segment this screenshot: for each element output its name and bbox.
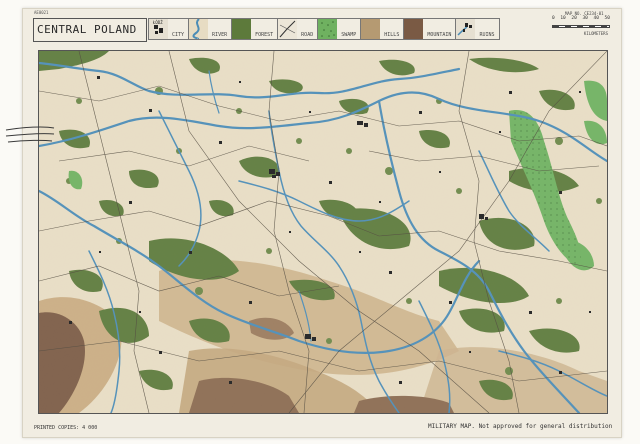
- hills-icon: [361, 19, 381, 39]
- printed-copies: PRINTED COPIES: 4 000: [34, 425, 98, 431]
- legend-label: MOUNTAIN: [427, 32, 452, 38]
- legend-item-swamp: SWAMP: [318, 18, 362, 40]
- ruins-icon: [456, 19, 476, 39]
- mountain-icon: [404, 19, 424, 39]
- scale-tick: 10: [560, 16, 566, 21]
- terrain-map: [39, 51, 607, 413]
- legend-label: CITY: [172, 32, 185, 38]
- sheet-serial: AE0021: [34, 10, 49, 15]
- paper-texture: [39, 51, 607, 413]
- svg-text:ŁÓDŹ: ŁÓDŹ: [152, 20, 163, 25]
- legend-label: SWAMP: [341, 32, 357, 38]
- road-icon: [278, 19, 298, 39]
- legend-item-forest: FOREST: [232, 18, 279, 40]
- legend-item-road: ROAD: [278, 18, 319, 40]
- scale-unit: KILOMETERS: [583, 31, 608, 36]
- legend-item-mountain: MOUNTAIN: [404, 18, 457, 40]
- legend-item-river: RIVER: [189, 18, 233, 40]
- legend-label: RIVER: [212, 32, 228, 38]
- legend-item-hills: HILLS: [361, 18, 405, 40]
- city-icon: ŁÓDŹ: [149, 19, 168, 39]
- map-legend: ŁÓDŹ CITY RIVER FOREST ROAD SWAMP HILLS: [148, 18, 500, 40]
- scale-ticks: 0 10 20 30 40 50: [552, 16, 610, 21]
- map-title: CENTRAL POLAND: [37, 23, 137, 36]
- river-icon: [189, 19, 209, 39]
- scale-tick: 40: [593, 16, 599, 21]
- forest-icon: [232, 19, 252, 39]
- legend-label: HILLS: [384, 32, 400, 38]
- legend-label: FOREST: [255, 32, 274, 38]
- legend-item-city: ŁÓDŹ CITY: [148, 18, 190, 40]
- scale-bar: 0 10 20 30 40 50 KILOMETERS: [552, 16, 610, 40]
- paper-clip-icon: [5, 126, 55, 143]
- swamp-icon: [318, 19, 338, 39]
- map-area: [38, 50, 608, 414]
- scale-bar-graphic: [552, 25, 610, 28]
- scale-tick: 20: [571, 16, 577, 21]
- legend-item-ruins: RUINS: [456, 18, 500, 40]
- distribution-notice: MILITARY MAP. Not approved for general d…: [428, 423, 613, 430]
- scale-tick: 0: [552, 16, 555, 21]
- scale-tick: 50: [604, 16, 610, 21]
- legend-label: ROAD: [301, 32, 314, 38]
- scale-tick: 30: [582, 16, 588, 21]
- legend-label: RUINS: [479, 32, 495, 38]
